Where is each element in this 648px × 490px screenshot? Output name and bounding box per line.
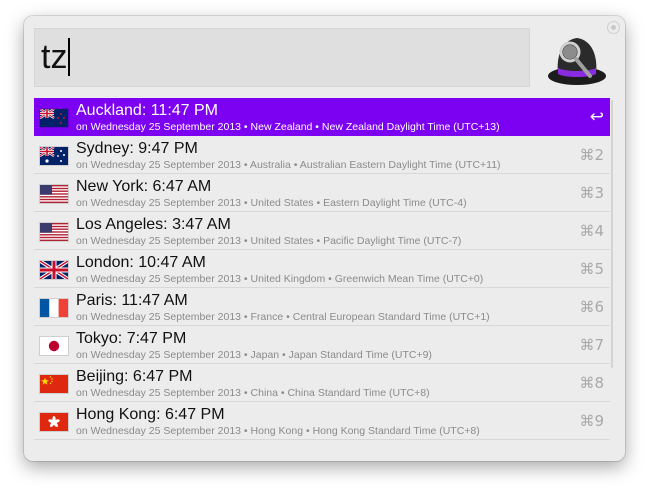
flag-au-icon-svg: [40, 147, 68, 165]
result-row[interactable]: Sydney: 9:47 PM on Wednesday 25 September…: [34, 136, 610, 174]
flag-nz-icon: [40, 109, 68, 127]
result-row[interactable]: Tokyo: 7:47 PM on Wednesday 25 September …: [34, 326, 610, 364]
shortcut-label: ⌘9: [579, 412, 604, 430]
text-cursor: [68, 38, 70, 76]
result-subtitle: on Wednesday 25 September 2013 • United …: [76, 235, 462, 247]
shortcut-label: ⌘4: [579, 222, 604, 240]
shortcut-label: ⌘7: [579, 336, 604, 354]
shortcut-label: ⌘5: [579, 260, 604, 278]
result-title: Beijing: 6:47 PM: [76, 368, 193, 385]
result-row[interactable]: Paris: 11:47 AM on Wednesday 25 September…: [34, 288, 610, 326]
result-row[interactable]: Auckland: 11:47 PM on Wednesday 25 Septem…: [34, 98, 610, 136]
result-row[interactable]: Los Angeles: 3:47 AM on Wednesday 25 Sept…: [34, 212, 610, 250]
search-query: tz: [41, 37, 70, 77]
shortcut-label: ⌘6: [579, 298, 604, 316]
result-row[interactable]: London: 10:47 AM on Wednesday 25 Septembe…: [34, 250, 610, 288]
flag-fr-icon: [40, 299, 68, 317]
result-subtitle: on Wednesday 25 September 2013 • New Zea…: [76, 121, 500, 133]
flag-cn-icon-svg: [40, 375, 68, 393]
flag-uk-icon-svg: [40, 261, 68, 279]
result-subtitle: on Wednesday 25 September 2013 • United …: [76, 273, 484, 285]
flag-jp-icon: [40, 337, 68, 355]
results-list: Auckland: 11:47 PM on Wednesday 25 Septem…: [34, 98, 610, 440]
flag-us-icon: [40, 185, 68, 203]
result-title: Hong Kong: 6:47 PM: [76, 406, 225, 423]
result-title: Auckland: 11:47 PM: [76, 102, 219, 119]
flag-us-icon: [40, 223, 68, 241]
result-title: Sydney: 9:47 PM: [76, 140, 198, 157]
result-subtitle: on Wednesday 25 September 2013 • United …: [76, 197, 467, 209]
result-row[interactable]: Beijing: 6:47 PM on Wednesday 25 Septembe…: [34, 364, 610, 402]
result-subtitle: on Wednesday 25 September 2013 • Austral…: [76, 159, 501, 171]
result-subtitle: on Wednesday 25 September 2013 • Japan •…: [76, 349, 432, 361]
result-title: Paris: 11:47 AM: [76, 292, 188, 309]
shortcut-label: ⌘3: [579, 184, 604, 202]
flag-hk-icon: [40, 413, 68, 431]
alfred-window: tz Auckland: 11:47 PM on Wednesday 25 Sep…: [24, 16, 625, 461]
result-title: Los Angeles: 3:47 AM: [76, 216, 231, 233]
result-subtitle: on Wednesday 25 September 2013 • Hong Ko…: [76, 425, 480, 437]
result-title: New York: 6:47 AM: [76, 178, 212, 195]
flag-jp-icon-svg: [40, 337, 68, 355]
return-key-icon: ↩: [589, 107, 604, 127]
flag-us-icon-svg: [40, 223, 68, 241]
flag-hk-icon-svg: [40, 413, 68, 431]
shortcut-label: ⌘8: [579, 374, 604, 392]
flag-fr-icon-svg: [40, 299, 68, 317]
shortcut-label: ⌘2: [579, 146, 604, 164]
result-row[interactable]: Hong Kong: 6:47 PM on Wednesday 25 Septem…: [34, 402, 610, 440]
flag-us-icon-svg: [40, 185, 68, 203]
flag-uk-icon: [40, 261, 68, 279]
flag-au-icon: [40, 147, 68, 165]
flag-nz-icon-svg: [40, 109, 68, 127]
result-subtitle: on Wednesday 25 September 2013 • France …: [76, 311, 490, 323]
gear-icon[interactable]: [608, 22, 619, 33]
flag-cn-icon: [40, 375, 68, 393]
result-row[interactable]: New York: 6:47 AM on Wednesday 25 Septemb…: [34, 174, 610, 212]
result-title: Tokyo: 7:47 PM: [76, 330, 187, 347]
scrollbar[interactable]: [611, 100, 613, 368]
result-subtitle: on Wednesday 25 September 2013 • China •…: [76, 387, 430, 399]
search-input[interactable]: tz: [34, 28, 530, 87]
result-title: London: 10:47 AM: [76, 254, 206, 271]
alfred-hat-icon: [546, 26, 608, 88]
